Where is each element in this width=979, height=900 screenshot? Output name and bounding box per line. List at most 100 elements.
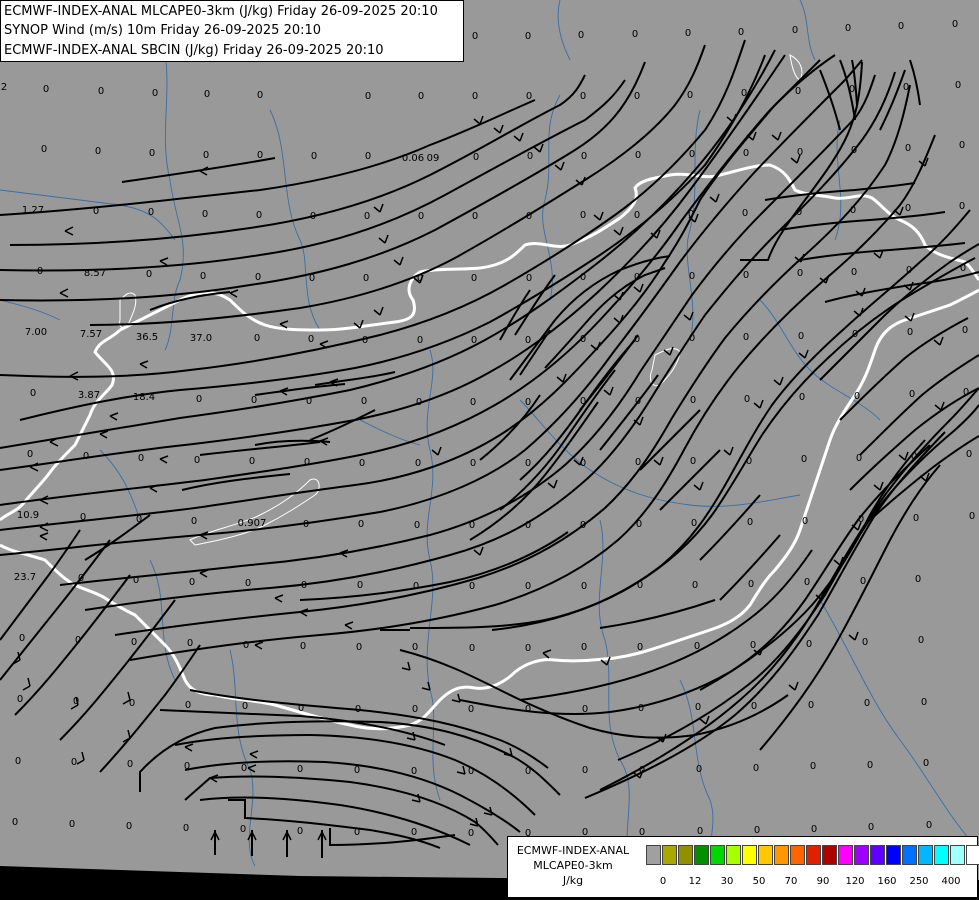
station-value: 0 (694, 641, 700, 652)
legend-swatch (886, 845, 901, 865)
legend-swatch (678, 845, 693, 865)
station-value: 0 (962, 325, 968, 336)
station-value: 0 (525, 643, 531, 654)
station-value: 0 (744, 394, 750, 405)
station-value: 0 (472, 91, 478, 102)
station-value: 0 (913, 513, 919, 524)
station-value: 0 (418, 91, 424, 102)
legend-swatch (822, 845, 837, 865)
station-value: 0 (41, 144, 47, 155)
legend-swatch (662, 845, 677, 865)
station-value: 10.9 (17, 510, 39, 521)
station-value: 0 (148, 207, 154, 218)
station-value: 0 (636, 519, 642, 530)
station-value: 0 (911, 451, 917, 462)
station-value: 0 (471, 273, 477, 284)
station-value: 0 (952, 19, 958, 30)
station-value: 0 (311, 151, 317, 162)
station-value: 0 (634, 334, 640, 345)
station-value: 0 (738, 27, 744, 38)
station-value: 0 (635, 150, 641, 161)
station-value: 0 (257, 90, 263, 101)
station-value: 0 (582, 765, 588, 776)
station-value: 0 (185, 700, 191, 711)
station-value: 0 (358, 519, 364, 530)
legend-swatch (902, 845, 917, 865)
station-value: 0 (297, 826, 303, 837)
station-value: 0 (690, 395, 696, 406)
weather-map: 2 0 0 0 0 0 0 0 0 0 0 0 0 0 0 0 0 00 0 0 0 0 0 0 0.06 09 0 0 0 0 0 0 0 0 0… (0, 0, 979, 900)
station-value: 0 (131, 637, 137, 648)
station-value: 0 (639, 765, 645, 776)
station-value: 0 (27, 449, 33, 460)
station-value: 0 (525, 581, 531, 592)
station-value: 0 (687, 90, 693, 101)
legend-swatch (950, 845, 965, 865)
station-value: 0 (355, 704, 361, 715)
station-value: 0 (473, 152, 479, 163)
station-value: 0 (689, 333, 695, 344)
station-value: 0 (810, 761, 816, 772)
station-value: 0 (751, 701, 757, 712)
station-value: 0 (306, 396, 312, 407)
station-value: 0 (527, 151, 533, 162)
station-value: 0 (525, 31, 531, 42)
station-value: 0 (851, 267, 857, 278)
station-value: 0 (580, 520, 586, 531)
station-value: 0 (695, 702, 701, 713)
legend-swatch (790, 845, 805, 865)
station-value: 0 (635, 396, 641, 407)
legend-tick-label: 250 (909, 876, 929, 887)
station-value: 0 (909, 389, 915, 400)
legend-tick-label: 12 (688, 876, 702, 887)
station-value: 0 (73, 696, 79, 707)
station-value: 0 (470, 458, 476, 469)
station-value: 0 (417, 335, 423, 346)
station-value: 0 (746, 456, 752, 467)
legend-swatches (646, 845, 979, 865)
station-value: 0 (637, 580, 643, 591)
station-value: 0 (310, 211, 316, 222)
station-value: 0 (204, 89, 210, 100)
station-value: 0 (741, 88, 747, 99)
station-value: 0 (581, 151, 587, 162)
station-value: 0 (696, 764, 702, 775)
station-value: 0.06 (402, 153, 424, 164)
station-value: 0 (796, 207, 802, 218)
station-value: 0 (468, 766, 474, 777)
legend-tick-label: 400 (941, 876, 961, 887)
legend-title-line-3: J/kg (562, 874, 584, 887)
station-value: 0 (298, 703, 304, 714)
station-value: 0 (797, 268, 803, 279)
station-value: 0 (184, 761, 190, 772)
station-value: 0 (860, 576, 866, 587)
station-value: 0 (580, 396, 586, 407)
station-value: 0 (202, 209, 208, 220)
station-value: 0 (297, 764, 303, 775)
station-value: 0 (304, 457, 310, 468)
header-line-1: ECMWF-INDEX-ANAL MLCAPE0-3km (J/kg) Frid… (4, 4, 438, 19)
station-value: 0 (468, 704, 474, 715)
station-value: 0 (361, 396, 367, 407)
station-value: 0 (635, 457, 641, 468)
station-value: 0 (411, 766, 417, 777)
station-value: 0 (83, 451, 89, 462)
station-value: 0 (525, 704, 531, 715)
station-value: 36.5 (136, 332, 158, 343)
station-value: 0 (578, 30, 584, 41)
station-value: 23.7 (14, 572, 36, 583)
station-value: 0 (580, 210, 586, 221)
station-value: 0 (632, 29, 638, 40)
station-value: 0 (93, 206, 99, 217)
station-value: 0 (472, 211, 478, 222)
station-value: 0 (255, 272, 261, 283)
station-value: 0 (364, 211, 370, 222)
station-value: 0 (798, 331, 804, 342)
station-value: 0 (200, 271, 206, 282)
station-value: 0 (309, 273, 315, 284)
station-value: 0 (300, 641, 306, 652)
station-value: 0 (915, 574, 921, 585)
station-value: 0 (921, 697, 927, 708)
station-value: 37.0 (190, 333, 212, 344)
station-value: 0 (795, 86, 801, 97)
